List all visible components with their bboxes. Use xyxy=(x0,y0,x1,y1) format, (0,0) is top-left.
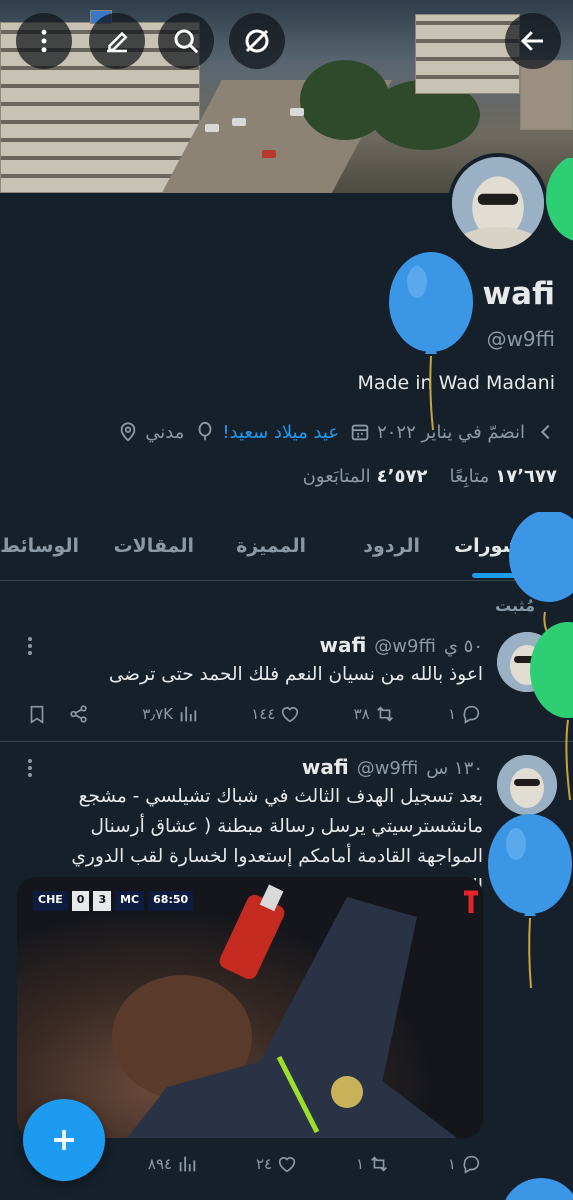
banner-building xyxy=(520,60,573,130)
media-photo xyxy=(112,884,478,1138)
edit-button[interactable] xyxy=(89,13,145,69)
followers-link[interactable]: ٤٬٥٧٢المتابَعون xyxy=(303,466,428,487)
reply-button[interactable]: ١ xyxy=(448,703,482,725)
like-button[interactable]: ١٤٤ xyxy=(251,703,301,725)
following-link[interactable]: ١٧٬٦٧٧متابِعًا xyxy=(449,466,557,487)
views-icon xyxy=(179,1156,196,1172)
location-item: مدني xyxy=(117,421,184,443)
tweet-time: ٥٠ ي xyxy=(443,636,483,657)
search-button[interactable] xyxy=(158,13,214,69)
tweet-media[interactable]: CHE 0 3 MC 68:50 xyxy=(17,877,483,1138)
reply-count: ١ xyxy=(447,1155,456,1173)
heart-icon xyxy=(278,1157,296,1173)
profile-meta: مدني عيد ميلاد سعيد! انضمّ في يناير ٢٠٢٢ xyxy=(117,418,557,446)
like-button[interactable]: ٢٤ xyxy=(256,1153,298,1175)
tweet-secondary-actions xyxy=(26,703,90,725)
birthday-balloon xyxy=(546,158,573,241)
heart-icon xyxy=(282,707,299,723)
tweet-header: wafi @w9ffi ١٣٠ س xyxy=(302,755,483,779)
compose-button[interactable] xyxy=(23,1099,105,1181)
tweet-author-handle: @w9ffi xyxy=(374,636,436,657)
search-icon xyxy=(174,29,199,54)
more-options-button[interactable] xyxy=(16,13,72,69)
retweet-button[interactable]: ٣٨ xyxy=(354,703,396,725)
reply-icon xyxy=(463,705,480,724)
calendar-icon xyxy=(351,424,369,441)
share-icon[interactable] xyxy=(68,703,90,725)
tweet-author-name[interactable]: wafi xyxy=(302,755,349,779)
reply-icon xyxy=(463,1155,480,1174)
birthday-link[interactable]: عيد ميلاد سعيد! xyxy=(222,422,339,443)
location-pin-icon xyxy=(120,422,136,442)
birthday-item[interactable]: عيد ميلاد سعيد! xyxy=(194,421,339,443)
like-count: ٢٤ xyxy=(255,1155,273,1173)
reply-count: ١ xyxy=(447,705,456,723)
location-text: مدني xyxy=(145,421,185,443)
following-label: متابِعًا xyxy=(449,466,490,487)
tweet-actions: ١ ٣٨ ١٤٤ ٣٫٧K xyxy=(26,699,482,729)
birthday-balloon xyxy=(389,252,473,430)
retweet-button[interactable]: ١ xyxy=(356,1153,390,1175)
profile-handle: @w9ffi xyxy=(486,327,555,351)
back-button[interactable] xyxy=(505,13,561,69)
more-icon xyxy=(41,29,47,53)
tweet-author-handle: @w9ffi xyxy=(356,758,419,779)
tweet-header: wafi @w9ffi ٥٠ ي xyxy=(319,633,483,657)
retweet-count: ١ xyxy=(355,1155,365,1173)
chevron-left-icon[interactable] xyxy=(535,421,557,443)
bookmark-icon[interactable] xyxy=(26,703,48,725)
banner-building xyxy=(415,14,520,94)
reply-button[interactable]: ١ xyxy=(448,1153,482,1175)
like-count: ١٤٤ xyxy=(251,705,276,723)
tab-articles[interactable]: المقالات xyxy=(114,535,194,557)
birthday-balloon xyxy=(488,814,572,989)
tweet-more-icon[interactable] xyxy=(22,757,38,779)
following-count: ١٧٬٦٧٧ xyxy=(495,466,557,487)
views-count: ٨٩٤ xyxy=(147,1155,173,1173)
views-button[interactable]: ٣٫٧K xyxy=(142,703,199,725)
retweet-count: ٣٨ xyxy=(353,705,370,723)
views-icon xyxy=(180,706,197,722)
profile-name: wafi xyxy=(482,276,555,312)
arrow-left-icon xyxy=(520,31,543,51)
follow-stats: ٤٬٥٧٢المتابَعون ١٧٬٦٧٧متابِعًا xyxy=(303,466,557,487)
retweet-icon xyxy=(376,706,393,722)
tweet-text: اعوذ بالله من نسيان النعم فلك الحمد حتى … xyxy=(108,664,483,685)
balloon-icon xyxy=(198,421,212,441)
banner-vehicle xyxy=(205,124,219,132)
banner-vehicle xyxy=(232,118,246,126)
views-button[interactable]: ٨٩٤ xyxy=(148,1153,198,1175)
banner-vehicle xyxy=(290,108,304,116)
retweet-icon xyxy=(371,1156,387,1172)
tab-replies[interactable]: الردود xyxy=(363,535,420,557)
tweet-time: ١٣٠ س xyxy=(426,758,483,779)
tweet-divider xyxy=(0,741,573,742)
profile-tabs: المنشورات الردود المميزة المقالات الوسائ… xyxy=(0,515,573,581)
edit-icon xyxy=(107,31,128,53)
tweet-more-icon[interactable] xyxy=(22,635,38,657)
plus-icon xyxy=(54,1130,74,1150)
birthday-balloon xyxy=(530,622,573,800)
birthday-balloon xyxy=(505,1178,573,1200)
views-count: ٣٫٧K xyxy=(142,705,174,723)
block-button[interactable] xyxy=(229,13,285,69)
tweet-author-name[interactable]: wafi xyxy=(319,633,366,657)
avatar-image xyxy=(452,157,544,249)
followers-label: المتابَعون xyxy=(302,466,371,487)
tab-highlights[interactable]: المميزة xyxy=(236,535,306,557)
circle-slash-icon xyxy=(245,29,269,53)
banner-vehicle xyxy=(262,150,276,158)
followers-count: ٤٬٥٧٢ xyxy=(376,466,428,487)
tab-media[interactable]: الوسائط xyxy=(0,535,79,557)
profile-avatar[interactable] xyxy=(448,153,548,253)
